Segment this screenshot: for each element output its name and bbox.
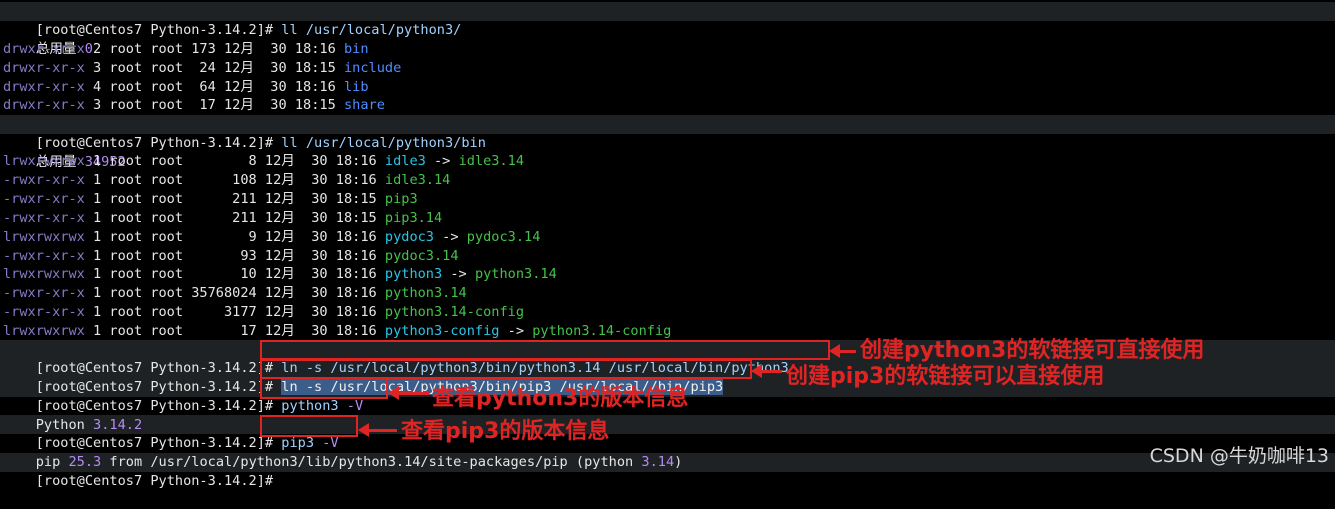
symlink-arrow: -> <box>442 266 475 282</box>
command-text: ll /usr/local/python3/bin <box>273 134 486 151</box>
permissions: drwxr-xr-x <box>3 79 85 95</box>
executable-name: pydoc3.14 <box>384 248 459 264</box>
version-number: 3.14 <box>641 453 675 470</box>
executable-name: python3.14 <box>384 285 467 301</box>
annotation-arrow <box>829 344 856 358</box>
total-line: 总用量 0 <box>3 21 93 57</box>
permissions: drwxr-xr-x <box>3 60 85 76</box>
file-meta: 1 root root 93 12月 30 18:16 <box>84 248 385 264</box>
annotation-note: 创建python3的软链接可直接使用 <box>860 338 1205 363</box>
listing-row: drwxr-xr-x 3 root root 24 12月 30 18:15 i… <box>3 59 401 78</box>
symlink-arrow: -> <box>434 229 467 245</box>
annotation-box <box>260 359 752 379</box>
shell-prompt: [root@Centos7 Python-3.14.2]# <box>35 472 274 489</box>
file-size: 17 <box>199 97 216 113</box>
file-meta: 1 root root 9 12月 30 18:16 <box>84 229 385 245</box>
terminal-line: [root@Centos7 Python-3.14.2]# ll /usr/lo… <box>3 115 486 151</box>
listing-row: lrwxrwxrwx 1 root root 9 12月 30 18:16 py… <box>3 228 540 247</box>
symlink-name: python3 <box>384 266 443 282</box>
annotation-note: 创建pip3的软链接可以直接使用 <box>786 364 1105 389</box>
listing-row: drwxr-xr-x 2 root root 173 12月 30 18:16 … <box>3 40 369 59</box>
file-meta: 2 root root <box>84 41 192 57</box>
terminal-line: [root@Centos7 Python-3.14.2]# ll /usr/lo… <box>3 2 462 38</box>
listing-row: -rwxr-xr-x 1 root root 3177 12月 30 18:16… <box>3 303 524 322</box>
annotation-note: 查看python3的版本信息 <box>432 386 689 411</box>
output-line: Python 3.14.2 <box>3 397 142 433</box>
file-meta: 12月 30 18:15 <box>215 97 344 113</box>
permissions: lrwxrwxrwx <box>3 153 85 169</box>
command-flag: -V <box>346 397 364 414</box>
file-meta: 12月 30 18:16 <box>215 79 344 95</box>
permissions: drwxr-xr-x <box>3 97 85 113</box>
permissions: drwxr-xr-x <box>3 41 85 57</box>
total-line: 总用量 34952 <box>3 134 126 170</box>
listing-row: -rwxr-xr-x 1 root root 35768024 12月 30 1… <box>3 284 467 303</box>
annotation-note: 查看pip3的版本信息 <box>401 419 610 444</box>
file-size: 173 <box>191 41 216 57</box>
listing-row: -rwxr-xr-x 1 root root 108 12月 30 18:16 … <box>3 171 450 190</box>
permissions: -rwxr-xr-x <box>3 191 85 207</box>
listing-row: lrwxrwxrwx 1 root root 10 12月 30 18:16 p… <box>3 265 557 284</box>
file-meta: 1 root root 108 12月 30 18:16 <box>84 172 385 188</box>
symlink-name: pydoc3 <box>384 229 434 245</box>
permissions: lrwxrwxrwx <box>3 266 85 282</box>
file-meta: 1 root root 211 12月 30 18:15 <box>84 210 385 226</box>
annotation-arrow <box>388 386 429 400</box>
permissions: -rwxr-xr-x <box>3 248 85 264</box>
watermark: CSDN @牛奶咖啡13 <box>1149 445 1329 467</box>
directory-name: lib <box>343 79 369 95</box>
symlink-name: idle3 <box>384 153 426 169</box>
file-meta: 1 root root 211 12月 30 18:15 <box>84 191 385 207</box>
listing-row: -rwxr-xr-x 1 root root 211 12月 30 18:15 … <box>3 190 418 209</box>
symlink-arrow: -> <box>425 153 459 169</box>
executable-name: pip3 <box>384 191 418 207</box>
permissions: lrwxrwxrwx <box>3 229 85 245</box>
file-meta: 1 root root 35768024 12月 30 18:16 <box>84 285 385 301</box>
annotation-box <box>260 415 358 437</box>
symlink-target: python3.14-config <box>532 323 672 339</box>
permissions: -rwxr-xr-x <box>3 172 85 188</box>
symlink-target: idle3.14 <box>458 153 525 169</box>
listing-row: lrwxrwxrwx 1 root root 8 12月 30 18:16 id… <box>3 152 524 171</box>
file-meta: 1 root root 3177 12月 30 18:16 <box>84 304 385 320</box>
annotation-box <box>260 340 830 360</box>
file-meta: 4 root root <box>84 79 200 95</box>
terminal-line[interactable]: [root@Centos7 Python-3.14.2]# <box>3 453 273 489</box>
executable-name: python3.14-config <box>384 304 525 320</box>
symlink-target: python3.14 <box>474 266 557 282</box>
file-meta: 12月 30 18:15 <box>215 60 344 76</box>
directory-name: bin <box>343 41 369 57</box>
file-meta: 1 root root 10 12月 30 18:16 <box>84 266 385 282</box>
output-text: ) <box>674 453 683 470</box>
file-meta: 3 root root <box>84 60 200 76</box>
directory-name: share <box>343 97 385 113</box>
symlink-name: python3-config <box>384 323 500 339</box>
permissions: -rwxr-xr-x <box>3 285 85 301</box>
permissions: -rwxr-xr-x <box>3 210 85 226</box>
annotation-box <box>260 377 388 399</box>
listing-row: drwxr-xr-x 4 root root 64 12月 30 18:16 l… <box>3 78 369 97</box>
file-meta: 1 root root 17 12月 30 18:16 <box>84 323 385 339</box>
symlink-arrow: -> <box>499 323 533 339</box>
directory-name: include <box>343 60 402 76</box>
listing-row: -rwxr-xr-x 1 root root 211 12月 30 18:15 … <box>3 209 442 228</box>
listing-row: -rwxr-xr-x 1 root root 93 12月 30 18:16 p… <box>3 247 459 266</box>
file-meta: 1 root root 8 12月 30 18:16 <box>84 153 385 169</box>
listing-row: drwxr-xr-x 3 root root 17 12月 30 18:15 s… <box>3 96 385 115</box>
command-text: ll /usr/local/python3/ <box>273 21 462 38</box>
file-meta: 3 root root <box>84 97 200 113</box>
listing-row: lrwxrwxrwx 1 root root 17 12月 30 18:16 p… <box>3 322 671 341</box>
executable-name: pip3.14 <box>384 210 443 226</box>
symlink-target: pydoc3.14 <box>466 229 541 245</box>
permissions: -rwxr-xr-x <box>3 304 85 320</box>
command-text: python3 <box>281 397 347 414</box>
permissions: lrwxrwxrwx <box>3 323 85 339</box>
annotation-arrow <box>751 364 782 378</box>
executable-name: idle3.14 <box>384 172 451 188</box>
file-meta: 12月 30 18:16 <box>215 41 344 57</box>
file-size: 24 <box>199 60 216 76</box>
annotation-arrow <box>358 423 397 437</box>
file-size: 64 <box>199 79 216 95</box>
